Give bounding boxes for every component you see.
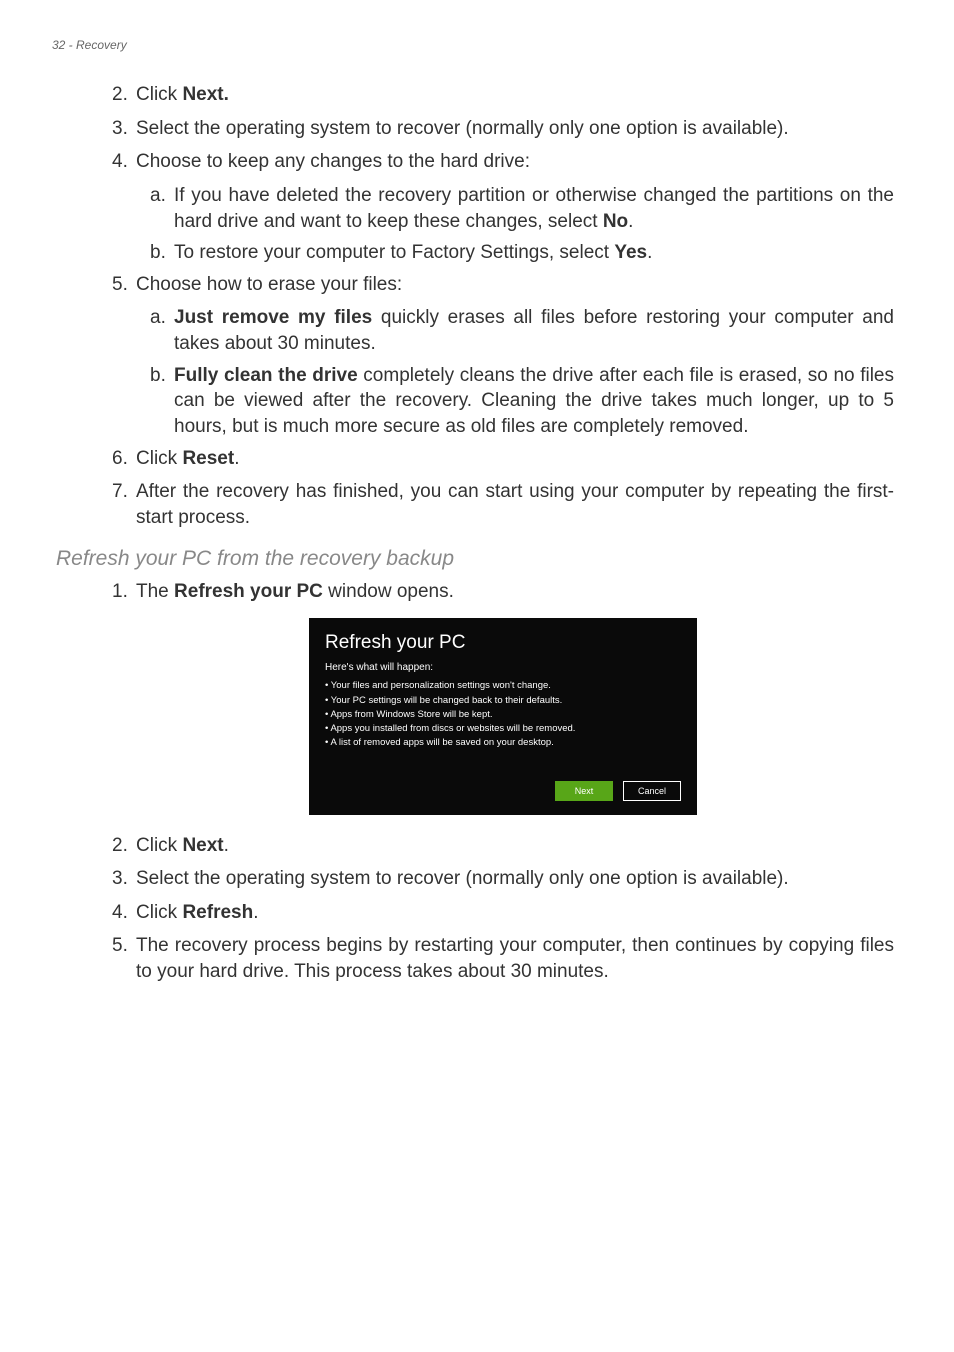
step-number: 7. [112, 479, 136, 530]
step-b4: 4. Click Refresh. [112, 900, 894, 926]
step-4b: b. To restore your computer to Factory S… [150, 240, 894, 266]
step-number: 5. [112, 933, 136, 984]
step-7: 7. After the recovery has finished, you … [112, 479, 894, 530]
step-5a: a. Just remove my files quickly erases a… [150, 305, 894, 356]
dialog-buttons: Next Cancel [325, 781, 681, 801]
step-4a: a. If you have deleted the recovery part… [150, 183, 894, 234]
step-3: 3. Select the operating system to recove… [112, 116, 894, 142]
step-text: Click Next. [136, 82, 894, 108]
sub-text: Fully clean the drive completely cleans … [174, 363, 894, 440]
sub-text: Just remove my files quickly erases all … [174, 305, 894, 356]
step-5: 5. Choose how to erase your files: [112, 272, 894, 298]
dialog-list-item: • Your PC settings will be changed back … [325, 694, 681, 708]
page-content: 2. Click Next. 3. Select the operating s… [0, 52, 954, 1033]
step-6: 6. Click Reset. [112, 446, 894, 472]
dialog-list-item: • Apps from Windows Store will be kept. [325, 708, 681, 722]
step-text: Click Reset. [136, 446, 894, 472]
step-number: 3. [112, 866, 136, 892]
step-text: Choose to keep any changes to the hard d… [136, 149, 894, 175]
step-4-sublist: a. If you have deleted the recovery part… [150, 183, 894, 266]
sub-letter: b. [150, 240, 174, 266]
dialog-list-item: • A list of removed apps will be saved o… [325, 736, 681, 750]
sub-letter: b. [150, 363, 174, 440]
step-5-sublist: a. Just remove my files quickly erases a… [150, 305, 894, 439]
dialog-title: Refresh your PC [325, 632, 681, 654]
section-title: Refresh your PC from the recovery backup [56, 547, 894, 571]
step-number: 6. [112, 446, 136, 472]
step-b3: 3. Select the operating system to recove… [112, 866, 894, 892]
sub-text: To restore your computer to Factory Sett… [174, 240, 894, 266]
step-b2: 2. Click Next. [112, 833, 894, 859]
dialog-subtitle: Here's what will happen: [325, 662, 681, 673]
step-b5: 5. The recovery process begins by restar… [112, 933, 894, 984]
step-number: 2. [112, 82, 136, 108]
page-header: 32 - Recovery [0, 0, 954, 52]
step-number: 3. [112, 116, 136, 142]
step-text: Click Next. [136, 833, 894, 859]
step-2: 2. Click Next. [112, 82, 894, 108]
dialog-list: • Your files and personalization setting… [325, 679, 681, 750]
step-number: 4. [112, 900, 136, 926]
step-text: The recovery process begins by restartin… [136, 933, 894, 984]
step-number: 1. [112, 579, 136, 605]
refresh-pc-dialog: Refresh your PC Here's what will happen:… [309, 618, 697, 814]
cancel-button[interactable]: Cancel [623, 781, 681, 801]
step-text: Choose how to erase your files: [136, 272, 894, 298]
next-button[interactable]: Next [555, 781, 613, 801]
dialog-list-item: • Your files and personalization setting… [325, 679, 681, 693]
screenshot-figure: Refresh your PC Here's what will happen:… [112, 618, 894, 814]
step-number: 4. [112, 149, 136, 175]
step-text: After the recovery has finished, you can… [136, 479, 894, 530]
step-text: Click Refresh. [136, 900, 894, 926]
step-4: 4. Choose to keep any changes to the har… [112, 149, 894, 175]
step-5b: b. Fully clean the drive completely clea… [150, 363, 894, 440]
step-text: Select the operating system to recover (… [136, 866, 894, 892]
sub-letter: a. [150, 305, 174, 356]
dialog-list-item: • Apps you installed from discs or websi… [325, 722, 681, 736]
step-number: 2. [112, 833, 136, 859]
step-b1: 1. The Refresh your PC window opens. [112, 579, 894, 605]
sub-letter: a. [150, 183, 174, 234]
sub-text: If you have deleted the recovery partiti… [174, 183, 894, 234]
step-text: The Refresh your PC window opens. [136, 579, 894, 605]
step-number: 5. [112, 272, 136, 298]
step-text: Select the operating system to recover (… [136, 116, 894, 142]
